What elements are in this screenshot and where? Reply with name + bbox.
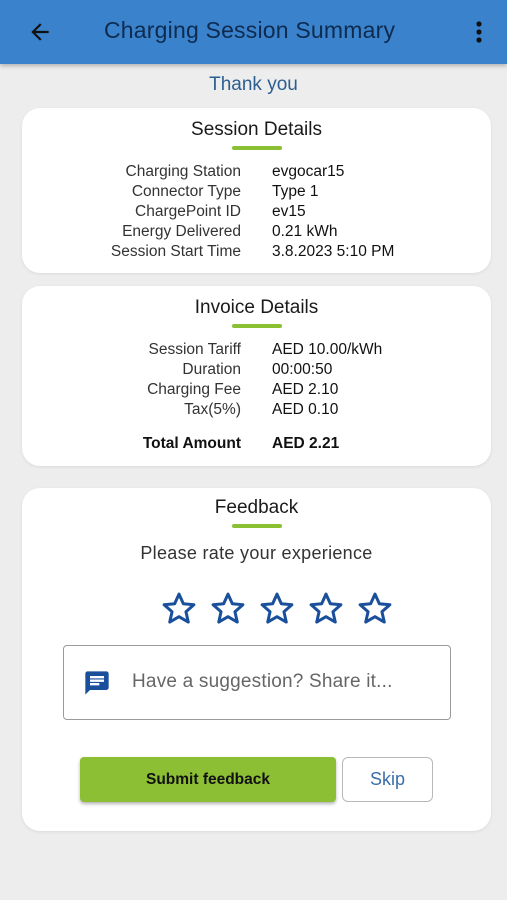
star-icon[interactable] bbox=[356, 590, 394, 628]
submit-feedback-button[interactable]: Submit feedback bbox=[80, 757, 336, 802]
title-underline bbox=[232, 324, 282, 328]
invoice-details-title: Invoice Details bbox=[194, 297, 319, 318]
invoice-value: 00:00:50 bbox=[272, 361, 333, 378]
session-details-card: Session Details Charging Station evgocar… bbox=[22, 108, 491, 273]
detail-row-connector-type: Connector Type Type 1 bbox=[22, 183, 491, 203]
detail-value: 0.21 kWh bbox=[272, 223, 338, 240]
invoice-label: Charging Fee bbox=[147, 381, 241, 398]
page-title: Charging Session Summary bbox=[104, 17, 396, 43]
feedback-card: Feedback Please rate your experience Hav… bbox=[22, 488, 491, 831]
session-details-title: Session Details bbox=[191, 119, 322, 140]
invoice-details-card: Invoice Details Session Tariff AED 10.00… bbox=[22, 286, 491, 466]
total-label: Total Amount bbox=[142, 435, 241, 452]
detail-label: ChargePoint ID bbox=[135, 203, 241, 220]
star-icon[interactable] bbox=[209, 590, 247, 628]
detail-label: Session Start Time bbox=[110, 243, 241, 260]
thank-you-text: Thank you bbox=[209, 74, 298, 95]
detail-value: Type 1 bbox=[272, 183, 319, 200]
detail-value: 3.8.2023 5:10 PM bbox=[272, 243, 395, 260]
detail-row-session-start: Session Start Time 3.8.2023 5:10 PM bbox=[22, 243, 491, 263]
star-icon[interactable] bbox=[160, 590, 198, 628]
invoice-label: Session Tariff bbox=[148, 341, 241, 358]
rating-prompt: Please rate your experience bbox=[140, 543, 373, 563]
star-icon[interactable] bbox=[307, 590, 345, 628]
detail-row-chargepoint-id: ChargePoint ID ev15 bbox=[22, 203, 491, 223]
detail-label: Connector Type bbox=[131, 183, 241, 200]
star-rating bbox=[160, 590, 394, 630]
invoice-row-charging-fee: Charging Fee AED 2.10 bbox=[22, 381, 491, 401]
suggestion-input[interactable]: Have a suggestion? Share it... bbox=[63, 645, 451, 720]
invoice-value: AED 10.00/kWh bbox=[272, 341, 383, 358]
chat-icon bbox=[85, 671, 109, 695]
feedback-title: Feedback bbox=[214, 497, 299, 518]
invoice-value: AED 2.10 bbox=[272, 381, 339, 398]
detail-value: evgocar15 bbox=[272, 163, 345, 180]
more-options-button[interactable] bbox=[467, 18, 491, 46]
invoice-label: Tax(5%) bbox=[184, 401, 241, 418]
invoice-row-duration: Duration 00:00:50 bbox=[22, 361, 491, 381]
detail-row-energy-delivered: Energy Delivered 0.21 kWh bbox=[22, 223, 491, 243]
total-value: AED 2.21 bbox=[272, 435, 340, 452]
suggestion-placeholder: Have a suggestion? Share it... bbox=[132, 671, 393, 692]
star-icon[interactable] bbox=[258, 590, 296, 628]
detail-label: Charging Station bbox=[125, 163, 241, 180]
invoice-row-tariff: Session Tariff AED 10.00/kWh bbox=[22, 341, 491, 361]
detail-label: Energy Delivered bbox=[122, 223, 241, 240]
skip-button[interactable]: Skip bbox=[342, 757, 433, 802]
invoice-value: AED 0.10 bbox=[272, 401, 339, 418]
title-underline bbox=[232, 146, 282, 150]
title-underline bbox=[232, 524, 282, 528]
invoice-row-tax: Tax(5%) AED 0.10 bbox=[22, 401, 491, 421]
back-button[interactable] bbox=[26, 18, 54, 46]
app-bar: Charging Session Summary bbox=[0, 0, 507, 64]
invoice-label: Duration bbox=[182, 361, 241, 378]
detail-value: ev15 bbox=[272, 203, 306, 220]
arrow-back-icon bbox=[31, 23, 49, 41]
invoice-row-total: Total Amount AED 2.21 bbox=[22, 435, 491, 455]
detail-row-charging-station: Charging Station evgocar15 bbox=[22, 163, 491, 183]
more-vert-icon bbox=[476, 21, 482, 43]
